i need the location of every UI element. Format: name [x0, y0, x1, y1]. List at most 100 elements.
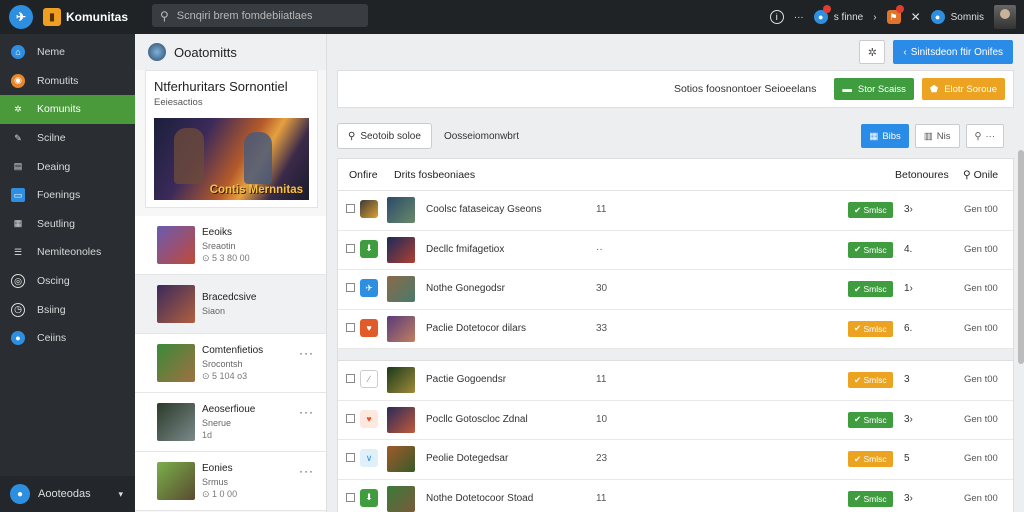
banner-caption: Contis Mernnitas [209, 184, 303, 196]
list-view-button[interactable]: ▥ Nis [914, 124, 960, 148]
list-item-meta: 1d [202, 429, 213, 440]
row-type-icon: ✈ [360, 279, 378, 297]
column-header[interactable]: Onfire [349, 169, 378, 181]
row-name[interactable]: Pocllc Gotoscloc Zdnal [426, 414, 528, 425]
row-checkbox[interactable] [346, 283, 355, 292]
start-button[interactable]: ▬ Stor Scaiss [834, 78, 914, 100]
sidebar-item-foenings[interactable]: ▭ Foenings [0, 181, 135, 210]
search-options-button[interactable]: ⚲ ··· [965, 124, 1004, 148]
sidebar-item-neme[interactable]: ⌂ Neme [0, 38, 135, 67]
row-checkbox[interactable] [346, 492, 355, 502]
featured-banner-image[interactable]: Contis Mernnitas [154, 118, 309, 200]
row-checkbox[interactable] [346, 243, 355, 253]
row-name[interactable]: Peolie Dotegedsar [426, 453, 508, 464]
list-item[interactable]: Bracedcsive Siaon [135, 275, 326, 334]
sidebar-item-oscing[interactable]: ◎ Oscing [0, 267, 135, 296]
row-checkbox[interactable] [346, 413, 355, 423]
row-name[interactable]: Paclie Dotetocor dilars [426, 323, 526, 334]
table-row[interactable]: ♥ Pocllc Gotoscloc Zdnal 10 ✔ Smlsc 3› G… [338, 401, 1013, 440]
app-logo-icon[interactable]: ✈ [9, 5, 33, 29]
account-icon: ● [10, 484, 30, 504]
sidebar-item-label: Romutits [37, 74, 79, 87]
action-hint: Sotios foosnontoer Seioeelans [673, 83, 817, 95]
sidebar: ⌂ Neme ◉ Romutits ✲ Komunits ✎ Scilne ▤ Deain… [0, 34, 135, 512]
main-toolbar: ✲ ‹ Sinitsdeon ftir Onifes [859, 40, 1013, 64]
filter-label: Oosseiomonwbrt [443, 130, 519, 142]
table-row[interactable]: ∨ Peolie Dotegedsar 23 ✔ Smlsc 5 Gen t00 [338, 440, 1013, 480]
more-icon[interactable]: ··· [299, 346, 314, 360]
create-button[interactable]: ‹ Sinitsdeon ftir Onifes [893, 40, 1013, 64]
column-header[interactable]: Drits fosbeoniaes [394, 169, 475, 181]
sidebar-item-label: Komunits [37, 103, 81, 116]
row-checkbox[interactable] [346, 453, 355, 462]
status-badge: ✔ Smlsc [848, 411, 893, 428]
sidebar-item-nemiteonoles[interactable]: ☰ Nemiteonoles [0, 238, 135, 267]
list-item-subtitle: Siaon [202, 305, 226, 316]
settings-button[interactable]: ✲ [859, 40, 886, 64]
table-row[interactable]: ♥ Paclie Dotetocor dilars 33 ✔ Smlsc 6. … [338, 310, 1013, 349]
view-controls: ▦ Bibs ▥ Nis ⚲ ··· [861, 124, 1004, 148]
list-item[interactable]: Comtenfietios Srocontsh ⊙ 5 104 o3 ··· [135, 334, 326, 393]
table-row[interactable]: Coolsc fataseicay Gseons 11 ✔ Smlsc 3› G… [338, 191, 1013, 231]
row-name[interactable]: Pactie Gogoendsr [426, 374, 506, 385]
sidebar-item-seutling[interactable]: ▦ Seutling [0, 210, 135, 239]
row-name[interactable]: Nothe Dotetocoor Stoad [426, 493, 533, 504]
featured-card[interactable]: Ntferhuritars Sornontiel Eeiesactios Con… [145, 70, 318, 208]
sidebar-item-deaing[interactable]: ▤ Deaing [0, 152, 135, 181]
table-row[interactable]: ⬇ Decllc fmifagetiox ·· ✔ Smlsc 4. Gen t… [338, 231, 1013, 270]
table-row[interactable]: ✈ Nothe Gonegodsr 30 ✔ Smlsc 1› Gen t00 [338, 270, 1013, 310]
tools-button[interactable]: ✕ [911, 10, 921, 24]
edit-button[interactable]: ⬟ Elotr Soroue [921, 78, 1005, 100]
row-number: 11 [596, 204, 607, 215]
sidebar-footer[interactable]: ● Aooteodas ▾ [0, 476, 135, 512]
next-button[interactable]: › [873, 12, 876, 23]
panel-title: Ooatomitts [174, 44, 237, 60]
list-item[interactable]: Eeoiks Sreaotin ⊙ 5 3 80 00 [135, 216, 326, 275]
list-item[interactable]: Eonies Srmus ⊙ 1 0 00 ··· [135, 452, 326, 511]
scrollbar[interactable] [1018, 150, 1024, 364]
search-box[interactable]: ⚲ [152, 4, 368, 27]
alerts-button[interactable]: ⚑ [886, 5, 904, 24]
search-input[interactable] [176, 9, 357, 22]
table-header: Onfire Drits fosbeoniaes Betonoures ⚲ On… [338, 159, 1013, 191]
row-number: 33 [596, 322, 608, 334]
sidebar-item-romutits[interactable]: ◉ Romutits [0, 67, 135, 96]
row-type-icon: ∕ [360, 370, 378, 388]
row-checkbox[interactable] [346, 374, 355, 383]
row-name[interactable]: Nothe Gonegodsr [426, 283, 505, 294]
sidebar-item-komunits[interactable]: ✲ Komunits [0, 95, 135, 124]
row-checkbox[interactable] [346, 204, 355, 213]
table-row[interactable]: ⬇ Nothe Dotetocoor Stoad 11 ✔ Smlsc 3› G… [338, 480, 1013, 512]
row-checkbox[interactable] [346, 322, 355, 332]
grid-view-button[interactable]: ▦ Bibs [861, 124, 909, 148]
sidebar-item-ceiins[interactable]: ● Ceiins [0, 324, 135, 353]
column-header[interactable]: Betonoures [895, 169, 949, 181]
panel-header: Ooatomitts [135, 34, 326, 70]
filter-button[interactable]: ⚲ Seotoib soloe [337, 123, 432, 149]
profile-button[interactable]: ● Somnis [930, 10, 984, 24]
sidebar-item-bsiing[interactable]: ◷ Bsiing [0, 295, 135, 324]
more-button[interactable]: ··· [794, 12, 804, 23]
table-row[interactable]: ∕ Pactie Gogoendsr 11 ✔ Smlsc 3 Gen t00 [338, 361, 1013, 401]
chat-button[interactable]: ● s finne [813, 5, 863, 24]
list-item-meta: ⊙ 5 104 o3 [202, 370, 248, 381]
filter-button-label: Seotoib soloe [360, 130, 421, 142]
status-badge: ✔ Smlsc [848, 451, 893, 467]
row-name[interactable]: Coolsc fataseicay Gseons [426, 204, 542, 215]
more-icon[interactable]: ··· [299, 405, 314, 419]
info-button[interactable]: i [769, 10, 784, 24]
page-icon: ▤ [13, 161, 23, 172]
row-type-icon: ∨ [360, 449, 378, 467]
sidebar-item-scilne[interactable]: ✎ Scilne [0, 124, 135, 153]
column-header[interactable]: ⚲ Onile [963, 169, 998, 181]
search-options-label: ··· [985, 130, 996, 142]
more-icon[interactable]: ··· [299, 464, 314, 478]
list-item[interactable]: Aeoserfioue Snerue 1d ··· [135, 393, 326, 452]
monitor-icon: ▭ [11, 188, 25, 203]
row-name[interactable]: Decllc fmifagetiox [426, 244, 504, 255]
avatar[interactable] [994, 5, 1016, 29]
row-number: 30 [596, 283, 608, 294]
community-list: Eeoiks Sreaotin ⊙ 5 3 80 00 Bracedcsive Sia… [135, 216, 326, 511]
search-icon: ⚲ [963, 168, 974, 181]
community-icon: ◉ [11, 73, 25, 88]
